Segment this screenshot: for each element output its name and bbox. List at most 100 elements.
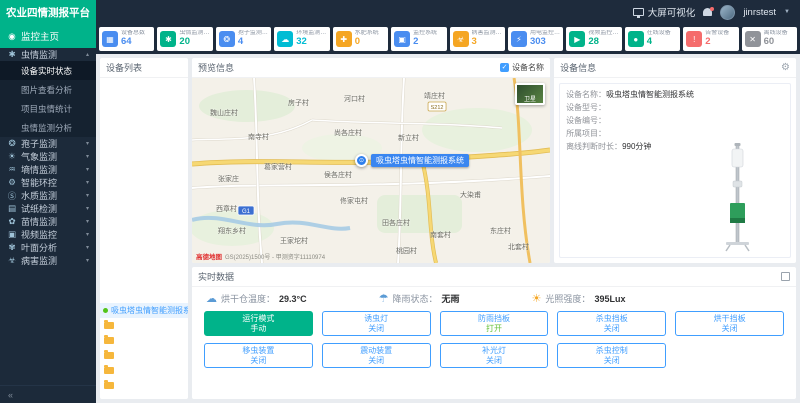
- device-control-tile[interactable]: 杀虫挡板关闭: [557, 311, 666, 336]
- device-map-pin-label[interactable]: 吸虫塔虫情智能测报系统: [371, 154, 469, 167]
- device-control-tile[interactable]: 运行模式手动: [204, 311, 313, 336]
- device-control-tile[interactable]: 杀虫控制关闭: [557, 343, 666, 368]
- sidebar-subitem[interactable]: 虫情监测分析: [0, 118, 96, 137]
- map-attribution: 高德地图 GS(2025)1500号 - 甲测资字11110974: [196, 251, 325, 261]
- big-screen-link[interactable]: 大屏可视化: [633, 5, 696, 19]
- sidebar-item-home[interactable]: ◉ 监控主页: [0, 24, 96, 48]
- sidebar-item[interactable]: Ⓢ水质监测▾: [0, 189, 96, 202]
- power-switch-icon: ⚡: [511, 31, 527, 47]
- tree-folder-item[interactable]: [100, 318, 188, 333]
- stat-card[interactable]: ⚡用电监控开关303: [508, 27, 563, 51]
- sidebar-item[interactable]: ♒墒情监测▾: [0, 163, 96, 176]
- online-status-dot: [103, 308, 108, 313]
- info-row-value: 吸虫塔虫情智能测报系统: [606, 90, 694, 99]
- stat-card[interactable]: ☁环境监测设备32: [274, 27, 329, 51]
- sidebar-menu: ✱虫情监测▴设备实时状态图片查看分析项目虫情统计虫情监测分析❂孢子监测▾☀气象监…: [0, 48, 96, 267]
- stat-card[interactable]: ✕离线设备60: [742, 27, 797, 51]
- stat-card[interactable]: ✚水肥系统0: [333, 27, 388, 51]
- device-info-panel: 设备信息 ⚙ 设备名称：吸虫塔虫情智能测报系统设备型号：设备编号：所属项目：离线…: [554, 58, 796, 263]
- tile-label: 运行模式: [242, 314, 274, 324]
- map-place-label: 佟家屯村: [340, 196, 368, 206]
- stat-card[interactable]: ✱虫情监测设备20: [157, 27, 212, 51]
- device-map-pin[interactable]: ⊙: [355, 154, 368, 167]
- sidebar-subitem[interactable]: 项目虫情统计: [0, 99, 96, 118]
- stat-info: 监控系统2: [413, 30, 437, 48]
- svg-text:G1: G1: [242, 209, 251, 215]
- stat-value: 0: [355, 37, 379, 48]
- cloud-icon: ☁: [206, 292, 217, 305]
- realtime-header: 实时数据: [192, 267, 796, 287]
- device-name-checkbox[interactable]: ✓ 设备名称: [500, 62, 544, 73]
- stat-card[interactable]: ●在线设备4: [625, 27, 680, 51]
- info-row-label: 离线判断时长：: [566, 142, 622, 151]
- user-avatar[interactable]: [720, 5, 735, 20]
- map-canvas[interactable]: G1 S212 魏山庄村房子村河口村靖庄村南寺村尚各庄村新立村葛家营村张家庄侯各…: [192, 78, 550, 263]
- tree-folder-item[interactable]: [100, 333, 188, 348]
- sensor-reading: ☁烘干仓温度：29.3°C: [206, 292, 307, 305]
- sidebar-item[interactable]: ❂孢子监测▾: [0, 137, 96, 150]
- username[interactable]: jinrstest: [743, 7, 776, 18]
- stat-card[interactable]: ☣病害监测系统3: [450, 27, 505, 51]
- sidebar-item[interactable]: ☣病害监测▾: [0, 254, 96, 267]
- sidebar-item[interactable]: ✱虫情监测▴: [0, 48, 96, 61]
- stat-card[interactable]: ▶视频监控设备28: [566, 27, 621, 51]
- sidebar-item[interactable]: ⚙智能环控▾: [0, 176, 96, 189]
- device-control-tile[interactable]: 诱虫灯关闭: [322, 311, 431, 336]
- tree-folder-item[interactable]: [100, 348, 188, 363]
- chevron-down-icon[interactable]: ▼: [784, 9, 790, 15]
- fullscreen-icon[interactable]: [781, 272, 790, 281]
- disease-icon: ☣: [7, 255, 17, 266]
- sidebar-item[interactable]: ☀气象监测▾: [0, 150, 96, 163]
- stat-card[interactable]: ❂孢子监测设备4: [216, 27, 271, 51]
- info-row: 设备编号：: [566, 114, 784, 127]
- stat-card[interactable]: !告警设备2: [683, 27, 738, 51]
- sidebar-item[interactable]: ▤试纸检测▾: [0, 202, 96, 215]
- device-control-tile[interactable]: 震动装置关闭: [322, 343, 431, 368]
- map-layer-switcher[interactable]: 卫星: [515, 83, 545, 105]
- water-icon: Ⓢ: [7, 190, 17, 202]
- home-icon: ◉: [7, 31, 17, 42]
- tree-folder-item[interactable]: [100, 378, 188, 393]
- device-tree-active-item[interactable]: 吸虫塔虫情智能测报系统: [100, 303, 188, 318]
- device-control-tile[interactable]: 移虫装置关闭: [204, 343, 313, 368]
- map-place-label: 葛家营村: [264, 162, 292, 172]
- map-place-label: 南套村: [430, 230, 451, 240]
- sensor-label: 烘干仓温度：: [221, 292, 275, 305]
- map-panel: 预览信息 ✓ 设备名称: [192, 58, 550, 263]
- stat-card[interactable]: ▦设备总数64: [99, 27, 154, 51]
- map-brand-logo: 高德地图: [196, 251, 222, 261]
- video-icon: ▣: [7, 229, 17, 240]
- gear-icon[interactable]: ⚙: [781, 62, 790, 73]
- map-place-label: 桃园村: [396, 246, 417, 256]
- tile-value: 关闭: [604, 356, 620, 366]
- sidebar-item[interactable]: ✿苗情监测▾: [0, 215, 96, 228]
- stat-value: 60: [764, 37, 788, 48]
- stat-info: 在线设备4: [647, 30, 671, 48]
- stat-info: 告警设备2: [705, 30, 729, 48]
- device-control-tile[interactable]: 防雨挡板打开: [440, 311, 549, 336]
- stat-value: 20: [179, 37, 209, 48]
- sidebar-item-label: 智能环控: [21, 176, 57, 189]
- info-row: 设备型号：: [566, 101, 784, 114]
- tree-folder-item[interactable]: [100, 363, 188, 378]
- disease-system-icon: ☣: [453, 31, 469, 47]
- sidebar-subitem[interactable]: 设备实时状态: [0, 61, 96, 80]
- sidebar-subitem[interactable]: 图片查看分析: [0, 80, 96, 99]
- notification-bell-icon[interactable]: [703, 8, 712, 16]
- stat-card[interactable]: ▣监控系统2: [391, 27, 446, 51]
- map-panel-title: 预览信息: [198, 61, 234, 74]
- folder-icon: [104, 352, 114, 359]
- sidebar-item[interactable]: ▣视频监控▾: [0, 228, 96, 241]
- folder-icon: [104, 322, 114, 329]
- folder-icon: [104, 367, 114, 374]
- sidebar-collapse-icon[interactable]: «: [0, 385, 96, 403]
- sidebar-item[interactable]: ✾叶面分析▾: [0, 241, 96, 254]
- map-place-label: 尚各庄村: [334, 128, 362, 138]
- device-control-tile[interactable]: 烘干挡板关闭: [675, 311, 784, 336]
- realtime-title: 实时数据: [198, 270, 234, 283]
- tile-value: 关闭: [368, 356, 384, 366]
- device-control-tile[interactable]: 补光灯关闭: [440, 343, 549, 368]
- chevron-down-icon: ▾: [86, 153, 89, 160]
- map-place-label: 侯各庄村: [324, 170, 352, 180]
- stat-info: 环境监测设备32: [296, 30, 326, 48]
